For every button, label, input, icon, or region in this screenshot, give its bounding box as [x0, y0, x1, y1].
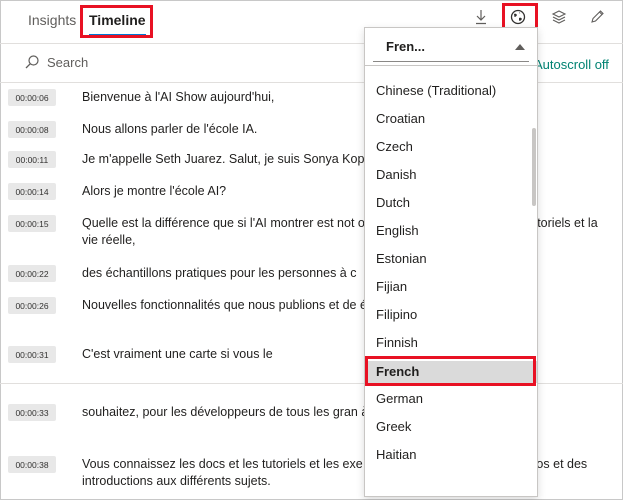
language-option-croatian[interactable]: Croatian: [365, 108, 537, 130]
timestamp-badge[interactable]: 00:00:31: [8, 346, 56, 363]
language-option-dutch[interactable]: Dutch: [365, 192, 537, 214]
language-option-danish[interactable]: Danish: [365, 164, 537, 186]
timestamp-badge[interactable]: 00:00:33: [8, 404, 56, 421]
language-option-filipino[interactable]: Filipino: [365, 304, 537, 326]
language-option-haitian[interactable]: Haitian: [365, 444, 537, 466]
language-option-czech[interactable]: Czech: [365, 136, 537, 158]
language-option-chinese-traditional[interactable]: Chinese (Traditional): [365, 80, 537, 102]
edit-icon[interactable]: [586, 6, 608, 28]
layers-icon[interactable]: [548, 6, 570, 28]
timestamp-badge[interactable]: 00:00:06: [8, 89, 56, 106]
download-icon[interactable]: [470, 6, 492, 28]
highlight-box-timeline: [80, 5, 153, 38]
tab-insights[interactable]: Insights: [28, 12, 76, 28]
timestamp-badge[interactable]: 00:00:38: [8, 456, 56, 473]
timestamp-badge[interactable]: 00:00:11: [8, 151, 56, 168]
timestamp-badge[interactable]: 00:00:15: [8, 215, 56, 232]
dropdown-scrollbar[interactable]: [532, 128, 536, 206]
chevron-up-icon[interactable]: [515, 44, 525, 50]
language-option-estonian[interactable]: Estonian: [365, 248, 537, 270]
language-select-value: Fren...: [386, 39, 426, 54]
highlight-box-french: [365, 356, 536, 386]
search-input[interactable]: [47, 55, 247, 70]
language-option-english[interactable]: English: [365, 220, 537, 242]
select-underline: [373, 61, 529, 62]
timestamp-badge[interactable]: 00:00:14: [8, 183, 56, 200]
timestamp-badge[interactable]: 00:00:08: [8, 121, 56, 138]
language-option-german[interactable]: German: [365, 388, 537, 410]
language-option-fijian[interactable]: Fijian: [365, 276, 537, 298]
language-dropdown[interactable]: Fren... Chinese (Traditional) Croatian C…: [364, 27, 538, 497]
autoscroll-toggle[interactable]: Autoscroll off: [534, 57, 609, 72]
timestamp-badge[interactable]: 00:00:26: [8, 297, 56, 314]
language-option-finnish[interactable]: Finnish: [365, 332, 537, 354]
search-icon: [24, 54, 40, 75]
timestamp-badge[interactable]: 00:00:22: [8, 265, 56, 282]
language-select[interactable]: Fren...: [365, 28, 537, 66]
highlight-box-globe: [502, 3, 538, 30]
language-option-greek[interactable]: Greek: [365, 416, 537, 438]
